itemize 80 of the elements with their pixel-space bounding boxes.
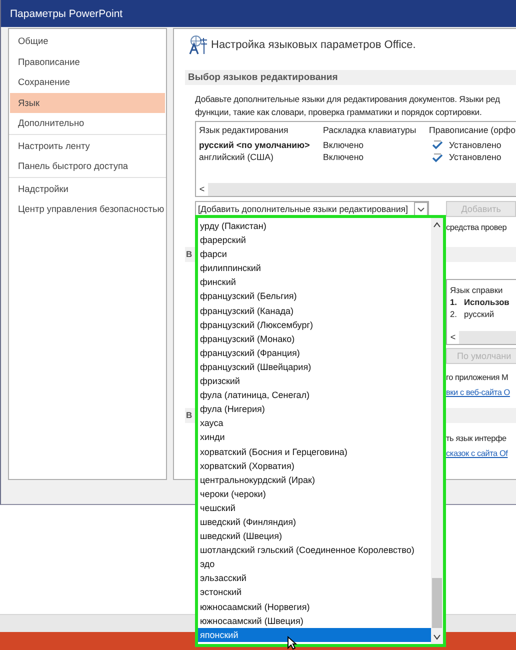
table-cell-text: Включено [322, 151, 365, 164]
window-title: Параметры PowerPoint [10, 8, 123, 20]
scroll-left-button[interactable]: < [447, 331, 459, 344]
table-cell: Установлено [449, 138, 502, 151]
sidebar-item[interactable]: Сохранение [10, 72, 165, 92]
spellcheck-icon [432, 139, 443, 150]
list-item[interactable]: фарси [198, 247, 431, 262]
scroll-down-icon[interactable] [432, 632, 442, 642]
table-cell-text: Включено [322, 138, 365, 151]
list-item[interactable]: эстонский [198, 585, 431, 600]
sidebar-item[interactable]: Дополнительно [10, 113, 165, 134]
section-heading: Настройка языковых параметров Office. [211, 39, 416, 51]
list-item[interactable]: французский (Бельгия) [198, 289, 431, 304]
column-header: Язык редактирования [198, 124, 290, 136]
list-item[interactable]: центральнокурдский (Ирак) [198, 472, 431, 487]
help-text: го приложения M [446, 372, 508, 384]
scrollbar[interactable] [431, 218, 443, 644]
sidebar-item[interactable]: Настроить ленту [10, 136, 165, 156]
list-item[interactable]: хорватский (Хорватия) [198, 458, 431, 473]
section-title: Выбор языков редактирования [188, 72, 338, 83]
spellcheck-icon [432, 152, 443, 163]
list-item[interactable]: шведский (Финляндия) [198, 514, 431, 530]
combo-value: [Добавить дополнительные языки редактирования] [198, 204, 408, 214]
scroll-left-button[interactable]: < [196, 183, 208, 196]
sidebar-item[interactable]: Общие [10, 31, 165, 52]
list-item[interactable]: южносаамский (Швеция) [198, 614, 431, 628]
scrollbar[interactable]: < [196, 183, 516, 196]
list-item[interactable]: чероки (чероки) [198, 486, 431, 501]
list-item[interactable]: французский (Швейцария) [198, 360, 431, 374]
table-cell-text: русский <по умолчанию> [198, 138, 311, 151]
list-item[interactable]: хорватский (Босния и Герцеговина) [198, 444, 431, 459]
language-icon [188, 35, 208, 55]
proofing-text: средства провер [446, 222, 507, 234]
table-cell-text: английский (США) [198, 151, 274, 164]
scroll-up-icon[interactable] [432, 220, 442, 230]
list-item[interactable]: эдо [198, 557, 431, 572]
help-link[interactable]: вки с веб-сайта O [446, 385, 510, 400]
list-item[interactable]: французский (Монако) [198, 332, 431, 346]
table-cell: русский [464, 308, 494, 320]
section-title: В [186, 410, 192, 420]
list-item[interactable]: чешский [198, 500, 431, 515]
mouse-pointer-icon [287, 636, 297, 650]
tips-link[interactable]: сказок с сайта Of [446, 446, 508, 461]
list-item[interactable]: шведский (Швеция) [198, 529, 431, 544]
column-header: Язык справки [450, 284, 503, 296]
sidebar-item[interactable]: Правописание [10, 52, 165, 72]
description-text: функции, такие как словари, проверка грамматики и порядок сортировки. [195, 106, 483, 118]
list-item[interactable]: урду (Пакистан) [198, 219, 431, 234]
table-cell: Использов [464, 296, 510, 308]
list-item[interactable]: французский (Канада) [198, 304, 431, 318]
sidebar-item[interactable]: Язык [10, 92, 165, 113]
sidebar-item[interactable]: Центр управления безопасностью [10, 199, 165, 220]
description-text: Добавьте дополнительные языки для редактирования документов. Языки ред [195, 93, 501, 106]
caret-icon[interactable] [414, 202, 428, 216]
scrollbar[interactable]: < [447, 331, 516, 344]
list-item[interactable]: французский (Люксембург) [198, 318, 431, 332]
list-item[interactable]: финский [198, 275, 431, 290]
list-item[interactable]: фула (латиница, Сенегал) [198, 388, 431, 402]
table-cell: Установлено [449, 151, 502, 164]
list-item[interactable]: японский [198, 628, 431, 642]
sidebar-item[interactable]: Надстройки [10, 178, 165, 199]
list-item[interactable]: эльзасский [198, 571, 431, 586]
list-item[interactable]: фула (Нигерия) [198, 402, 431, 416]
sidebar-item[interactable]: Панель быстрого доступа [10, 156, 165, 176]
language-list[interactable] [195, 215, 446, 647]
list-item[interactable]: французский (Франция) [198, 346, 431, 360]
table-cell: 2. [450, 308, 456, 320]
scroll-thumb[interactable] [432, 578, 442, 628]
list-item[interactable]: южносаамский (Норвегия) [198, 600, 431, 614]
list-item[interactable]: хауса [198, 416, 431, 430]
column-header: Правописание (орфо [428, 124, 516, 136]
list-item[interactable]: филиппинский [198, 261, 431, 276]
list-item[interactable]: фарерский [198, 233, 431, 248]
list-item[interactable]: фризский [198, 374, 431, 388]
list-item[interactable]: шотландский гэльский (Соединенное Королевство) [198, 543, 431, 558]
section-title: В [186, 249, 192, 259]
table-cell: 1. [450, 296, 456, 308]
list-item[interactable]: хинди [198, 430, 431, 444]
interface-text: ть язык интерфе [446, 433, 506, 445]
column-header: Раскладка клавиатуры [322, 124, 418, 136]
